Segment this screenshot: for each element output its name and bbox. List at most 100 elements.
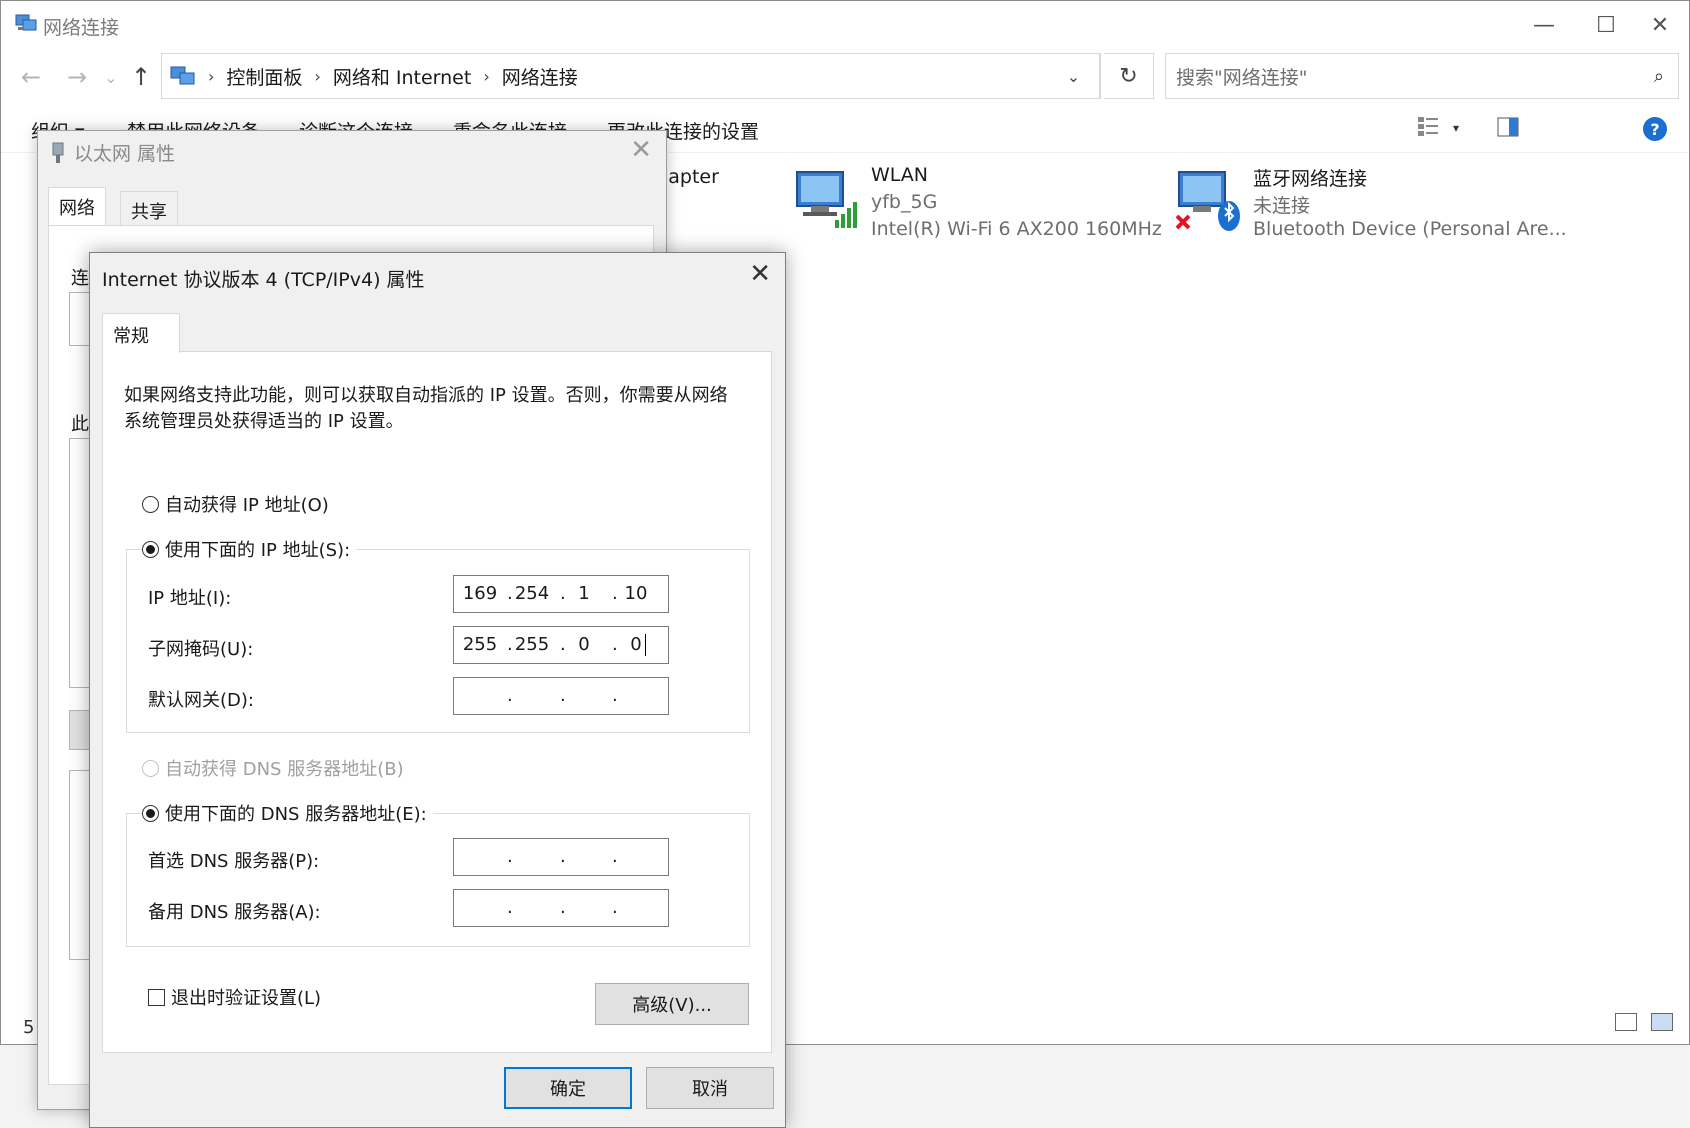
navigation-bar: ← → ⌄ ↑ › 控制面板 › 网络和 Internet › 网络连接 ⌄ ↻… bbox=[1, 51, 1689, 103]
address-bar[interactable]: › 控制面板 › 网络和 Internet › 网络连接 ⌄ bbox=[161, 53, 1101, 99]
close-button[interactable]: ✕ bbox=[1635, 7, 1685, 43]
network-connections-icon bbox=[170, 66, 195, 85]
auto-ip-radio[interactable]: 自动获得 IP 地址(O) bbox=[142, 491, 335, 517]
help-icon[interactable]: ? bbox=[1643, 117, 1667, 141]
connection-device: Intel(R) Wi-Fi 6 AX200 160MHz bbox=[871, 218, 1162, 240]
bluetooth-adapter-icon bbox=[1175, 171, 1240, 231]
dialog-title: Internet 协议版本 4 (TCP/IPv4) 属性 bbox=[102, 269, 425, 291]
breadcrumb-network-connections[interactable]: 网络连接 bbox=[502, 63, 578, 90]
radio-button bbox=[142, 804, 159, 822]
refresh-button[interactable]: ↻ bbox=[1104, 53, 1154, 99]
ip-dot: . bbox=[560, 685, 566, 706]
gateway-label: 默认网关(D): bbox=[148, 690, 254, 711]
connection-name: WLAN bbox=[871, 164, 929, 186]
validate-on-exit-label: 退出时验证设置(L) bbox=[171, 988, 322, 1009]
breadcrumb-separator: › bbox=[483, 66, 490, 86]
partial-adapter-text: lapter bbox=[663, 166, 719, 188]
subnet-mask-field[interactable]: 255 . 255 . 0 . 0 bbox=[453, 626, 669, 664]
maximize-icon: ☐ bbox=[1596, 12, 1616, 38]
auto-ip-label: 自动获得 IP 地址(O) bbox=[165, 495, 329, 516]
close-icon: ✕ bbox=[1650, 12, 1670, 38]
preferred-dns-field[interactable]: . . . bbox=[453, 838, 669, 876]
gateway-field[interactable]: . . . bbox=[453, 677, 669, 715]
cancel-button[interactable]: 取消 bbox=[646, 1067, 774, 1109]
window-title: 网络连接 bbox=[43, 17, 120, 39]
radio-button bbox=[142, 540, 159, 558]
breadcrumb-control-panel[interactable]: 控制面板 bbox=[226, 63, 302, 90]
manual-ip-radio[interactable]: 使用下面的 IP 地址(S): bbox=[142, 536, 357, 562]
mask-octet-1: 255 bbox=[462, 634, 498, 655]
forward-button[interactable]: → bbox=[61, 61, 93, 93]
ethernet-icon bbox=[52, 142, 64, 163]
chevron-down-icon: ⌄ bbox=[1066, 66, 1081, 86]
mask-octet-2: 255 bbox=[514, 634, 550, 655]
title-bar[interactable]: 网络连接 — ☐ ✕ bbox=[1, 1, 1689, 49]
search-placeholder: 搜索"网络连接" bbox=[1176, 66, 1308, 89]
ip-address-label: IP 地址(I): bbox=[148, 588, 232, 609]
ip-octet-1: 169 bbox=[462, 583, 498, 604]
connection-device: Bluetooth Device (Personal Are... bbox=[1253, 218, 1567, 240]
refresh-icon: ↻ bbox=[1119, 63, 1138, 89]
up-arrow-icon: ↑ bbox=[130, 63, 152, 91]
connection-status: yfb_5G bbox=[871, 191, 938, 213]
search-input[interactable]: 搜索"网络连接" ⌕ bbox=[1165, 53, 1679, 99]
chevron-down-icon: ⌄ bbox=[104, 67, 118, 87]
alternate-dns-label: 备用 DNS 服务器(A): bbox=[148, 902, 321, 923]
search-icon: ⌕ bbox=[1653, 66, 1664, 87]
mask-octet-3: 0 bbox=[578, 634, 590, 655]
large-icons-view-icon[interactable] bbox=[1651, 1013, 1673, 1031]
connection-status: 未连接 bbox=[1253, 195, 1311, 217]
tab-sharing[interactable]: 共享 bbox=[120, 191, 178, 227]
close-icon[interactable]: ✕ bbox=[749, 259, 771, 289]
minimize-icon: — bbox=[1533, 12, 1555, 38]
ipv4-properties-dialog: Internet 协议版本 4 (TCP/IPv4) 属性 ✕ 常规 如果网络支… bbox=[89, 252, 786, 1128]
forward-arrow-icon: → bbox=[66, 63, 88, 91]
checkbox-box bbox=[148, 988, 165, 1006]
radio-selected-dot bbox=[146, 544, 155, 554]
ok-button[interactable]: 确定 bbox=[504, 1067, 632, 1109]
ip-dot: . bbox=[507, 846, 513, 867]
advanced-button[interactable]: 高级(V)... bbox=[595, 983, 749, 1025]
preview-pane-icon[interactable] bbox=[1497, 117, 1519, 137]
manual-dns-radio[interactable]: 使用下面的 DNS 服务器地址(E): bbox=[142, 800, 433, 826]
ip-dot: . bbox=[612, 897, 618, 918]
network-connections-icon bbox=[15, 14, 37, 31]
connect-using-label: 连 bbox=[71, 268, 89, 289]
ip-dot: . bbox=[507, 685, 513, 706]
view-toggle bbox=[1615, 1013, 1673, 1031]
dialog-title-bar[interactable]: 以太网 属性 bbox=[50, 139, 175, 166]
ip-address-field[interactable]: 169 . 254 . 1 . 10 bbox=[453, 575, 669, 613]
back-arrow-icon: ← bbox=[20, 63, 42, 91]
address-dropdown-button[interactable]: ⌄ bbox=[1048, 54, 1100, 98]
ip-dot: . bbox=[612, 685, 618, 706]
dialog-title: 以太网 属性 bbox=[74, 143, 176, 165]
auto-dns-radio[interactable]: 自动获得 DNS 服务器地址(B) bbox=[142, 755, 410, 781]
connection-name: 蓝牙网络连接 bbox=[1253, 168, 1368, 190]
minimize-button[interactable]: — bbox=[1519, 7, 1569, 43]
alternate-dns-field[interactable]: . . . bbox=[453, 889, 669, 927]
subnet-mask-label: 子网掩码(U): bbox=[148, 639, 254, 660]
ip-dot: . bbox=[560, 846, 566, 867]
manual-ip-label: 使用下面的 IP 地址(S): bbox=[165, 540, 351, 561]
ip-dot: . bbox=[612, 846, 618, 867]
up-button[interactable]: ↑ bbox=[125, 61, 157, 93]
change-view-icon[interactable] bbox=[1417, 115, 1439, 137]
tab-general[interactable]: 常规 bbox=[102, 313, 180, 353]
tab-network[interactable]: 网络 bbox=[48, 187, 106, 227]
view-options-chevron-icon[interactable]: ▾ bbox=[1453, 121, 1459, 135]
breadcrumb-network-internet[interactable]: 网络和 Internet bbox=[333, 63, 471, 90]
components-label: 此 bbox=[71, 414, 89, 435]
ip-octet-4: 10 bbox=[624, 583, 648, 604]
back-button[interactable]: ← bbox=[15, 61, 47, 93]
ip-octet-2: 254 bbox=[514, 583, 550, 604]
recent-locations-button[interactable]: ⌄ bbox=[95, 61, 127, 93]
auto-dns-label: 自动获得 DNS 服务器地址(B) bbox=[165, 759, 404, 780]
close-icon[interactable]: ✕ bbox=[630, 135, 652, 165]
validate-on-exit-checkbox[interactable]: 退出时验证设置(L) bbox=[148, 984, 321, 1010]
details-view-icon[interactable] bbox=[1615, 1013, 1637, 1031]
breadcrumb-separator: › bbox=[314, 66, 321, 86]
mask-octet-4: 0 bbox=[630, 634, 642, 655]
breadcrumb-separator: › bbox=[208, 66, 215, 86]
help-glyph: ? bbox=[1650, 119, 1660, 139]
maximize-button[interactable]: ☐ bbox=[1581, 7, 1631, 43]
